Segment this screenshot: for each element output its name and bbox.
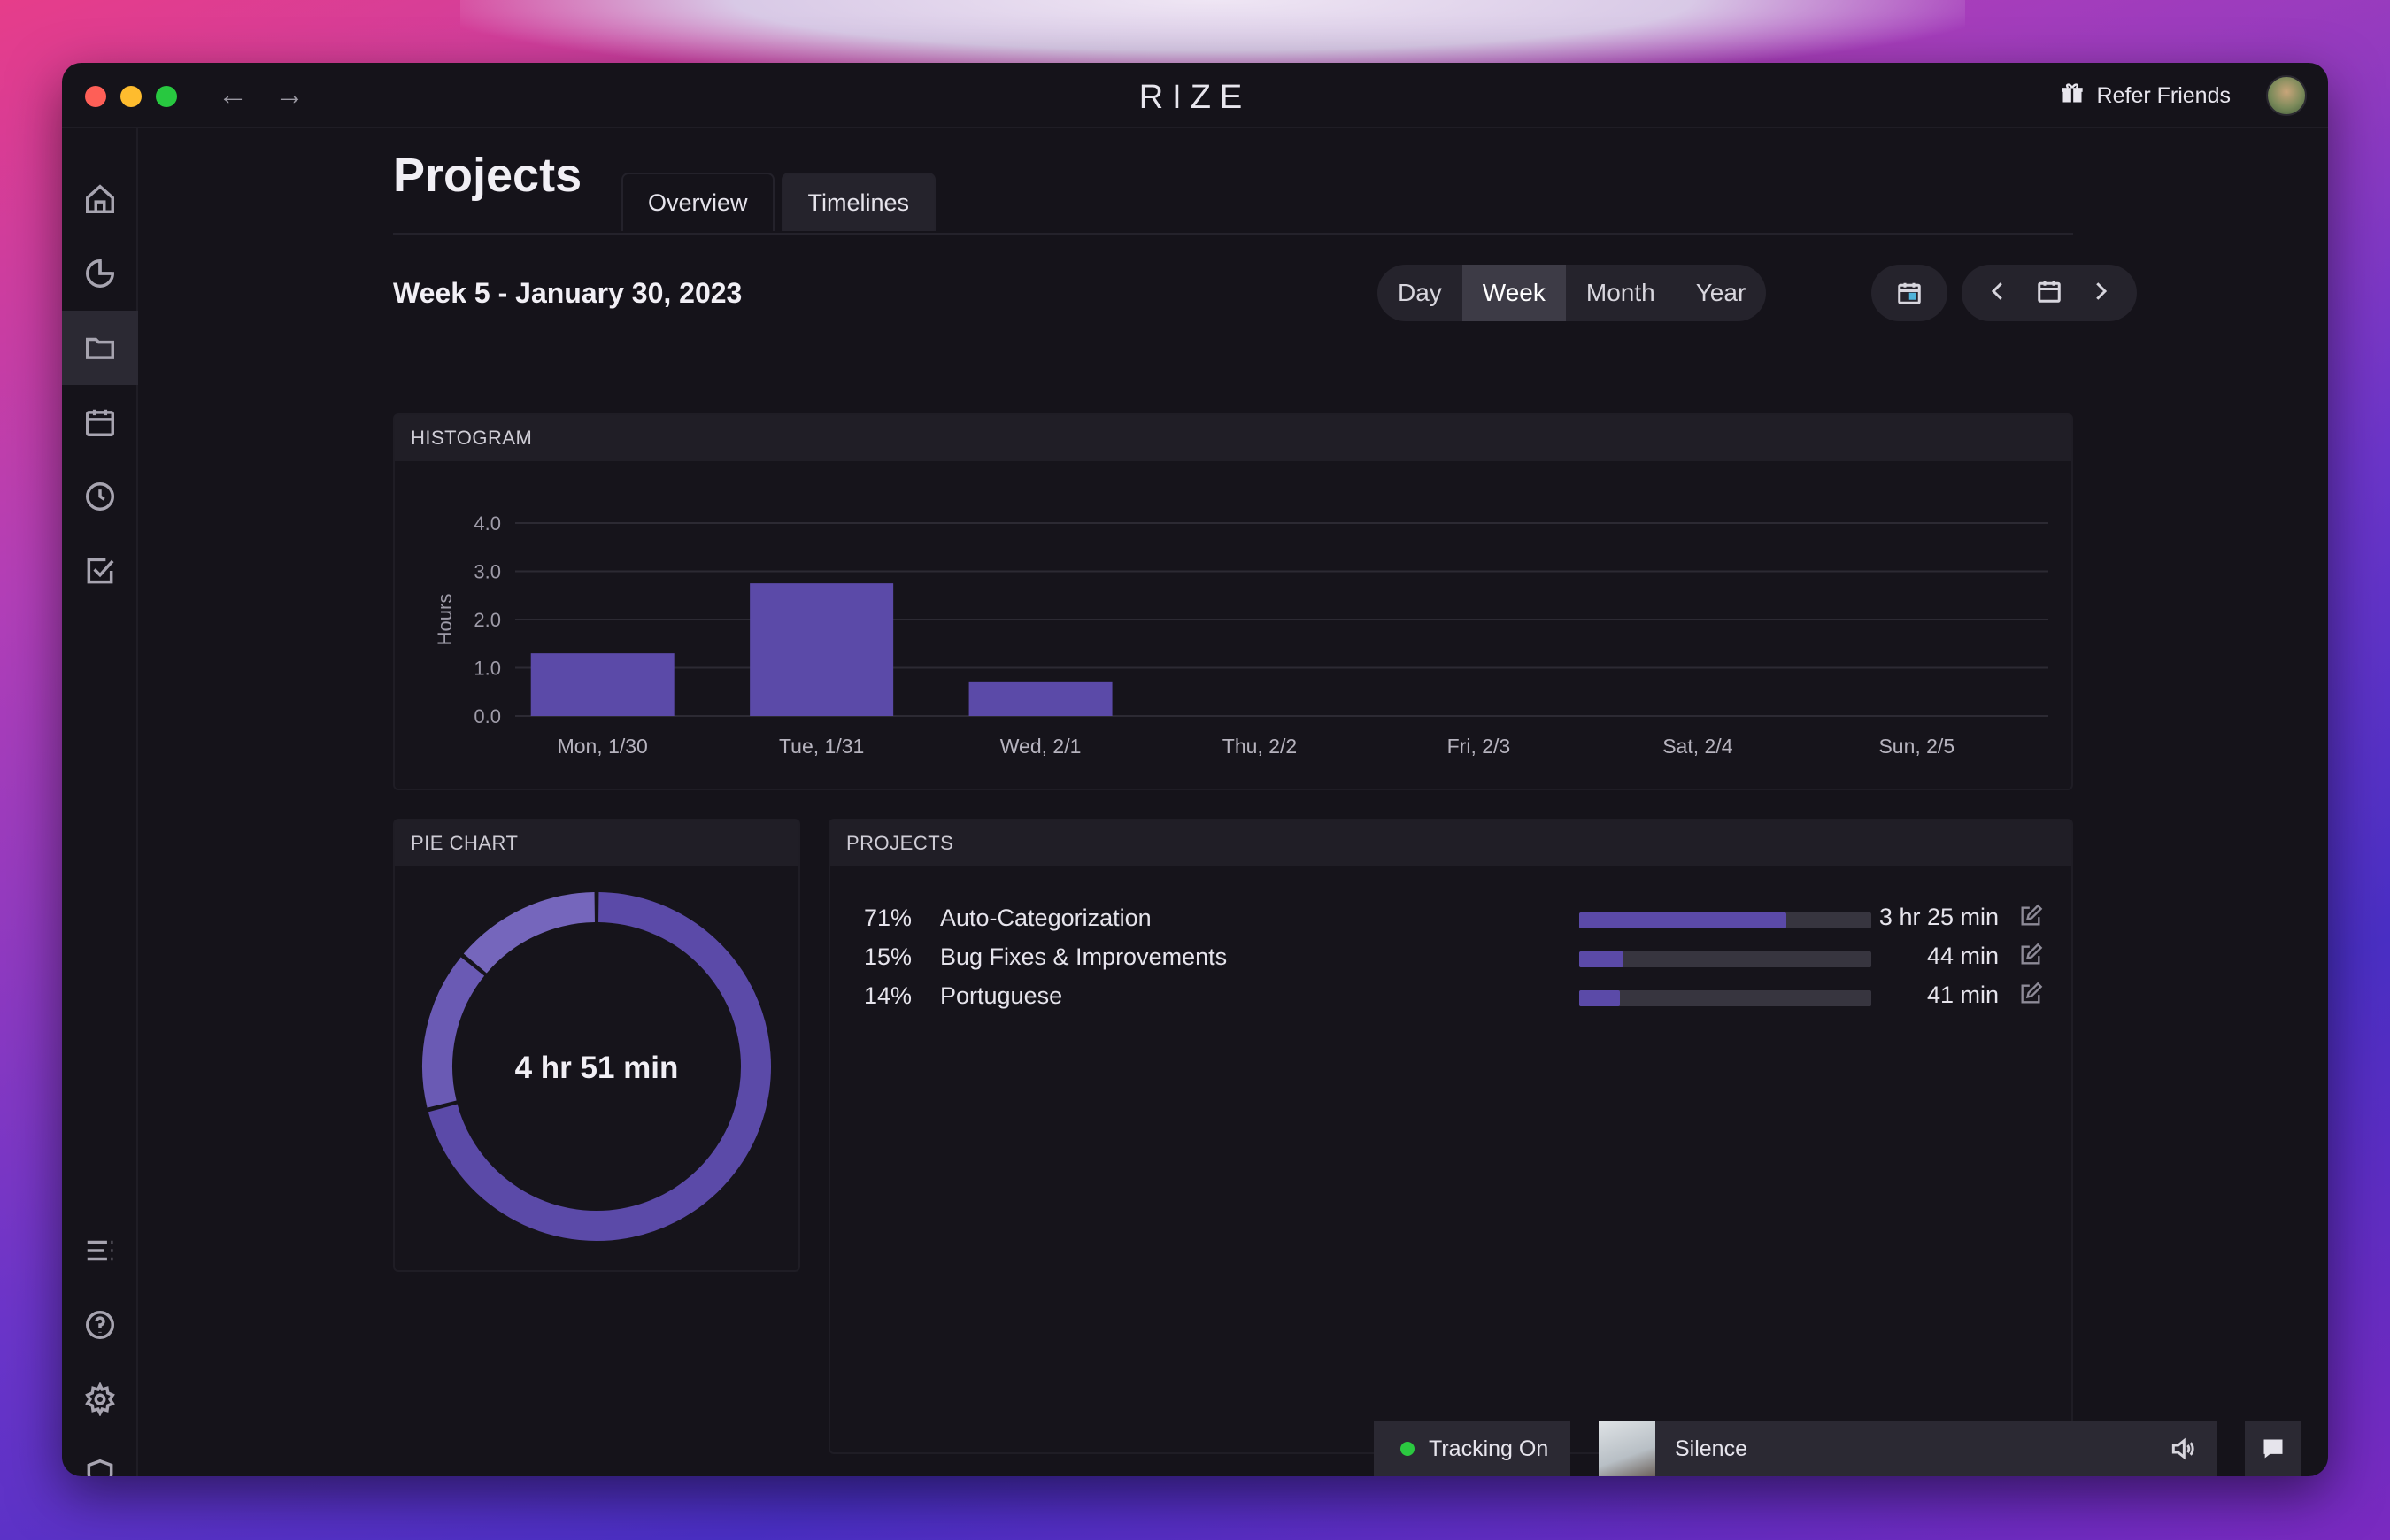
projects-header: PROJECTS (830, 820, 2071, 866)
refer-friends-label: Refer Friends (2096, 83, 2231, 108)
tracking-status-dot (1400, 1442, 1415, 1456)
project-row[interactable]: 71% Auto-Categorization 3 hr 25 min (864, 900, 2045, 936)
app-title: RIZE (1138, 79, 1252, 116)
histogram-panel: HISTOGRAM 0.0 1.0 2.0 3.0 4.0 Hours Mon, 1/30 T… (393, 413, 2073, 790)
music-player[interactable]: Silence (1599, 1421, 2217, 1476)
gear-icon[interactable] (62, 1362, 138, 1436)
histogram-header: HISTOGRAM (395, 415, 2071, 461)
project-percent: 71% (864, 904, 913, 931)
status-bar: Tracking On Silence (1374, 1421, 2301, 1476)
chevron-right-icon[interactable] (2087, 278, 2114, 309)
titlebar: ← → RIZE Refer Friends (62, 63, 2328, 128)
project-progress-bar (1579, 990, 1871, 1006)
home-icon[interactable] (62, 162, 138, 236)
clock-icon[interactable] (62, 459, 138, 534)
tab-overview[interactable]: Overview (621, 173, 775, 231)
histogram-bar[interactable] (968, 681, 1113, 716)
project-duration: 41 min (1926, 982, 1999, 1008)
project-duration: 3 hr 25 min (1878, 904, 1999, 930)
edit-icon[interactable] (2018, 943, 2045, 969)
y-tick-label: 1.0 (474, 658, 501, 680)
music-track-label: Silence (1675, 1436, 1747, 1461)
pie-chart-icon[interactable] (62, 236, 138, 311)
avatar[interactable] (2266, 75, 2307, 116)
page-title: Projects (393, 149, 582, 202)
x-tick-label: Fri, 2/3 (1447, 735, 1511, 758)
project-percent: 15% (864, 943, 913, 970)
date-navigator (1962, 265, 2137, 321)
y-tick-label: 2.0 (474, 609, 501, 631)
project-progress-fill (1579, 951, 1623, 967)
pie-total-time: 4 hr 51 min (514, 1051, 679, 1085)
donut-slice[interactable] (463, 892, 596, 974)
calendar-picker-icon[interactable] (2036, 278, 2062, 309)
range-day-button[interactable]: Day (1377, 265, 1462, 321)
help-icon[interactable] (62, 1288, 138, 1362)
histogram-chart: 0.0 1.0 2.0 3.0 4.0 Hours Mon, 1/30 Tue, 1/31 We… (434, 512, 2048, 758)
project-progress-fill (1579, 912, 1787, 928)
chevron-left-icon[interactable] (1985, 278, 2011, 309)
chat-icon (2263, 1439, 2283, 1459)
project-row[interactable]: 14% Portuguese 41 min (864, 978, 2045, 1013)
x-tick-label: Thu, 2/2 (1222, 735, 1297, 758)
project-percent: 14% (864, 982, 913, 1009)
y-tick-label: 4.0 (474, 512, 501, 535)
x-tick-label: Mon, 1/30 (558, 735, 648, 758)
y-tick-label: 0.0 (474, 705, 501, 728)
range-month-button[interactable]: Month (1566, 265, 1676, 321)
range-year-button[interactable]: Year (1676, 265, 1767, 321)
tab-timelines[interactable]: Timelines (781, 173, 937, 231)
range-selector: Day Week Month Year (1377, 265, 1767, 321)
histogram-bar[interactable] (750, 583, 894, 716)
pie-chart-panel: PIE CHART 4 hr 51 min (393, 819, 800, 1272)
range-week-button[interactable]: Week (1461, 265, 1566, 321)
project-row[interactable]: 15% Bug Fixes & Improvements 44 min (864, 939, 2045, 974)
tab-bar: Overview Timelines (621, 173, 937, 231)
project-name: Bug Fixes & Improvements (940, 943, 1228, 970)
volume-icon[interactable] (2169, 1435, 2197, 1463)
week-label: Week 5 - January 30, 2023 (393, 277, 743, 309)
project-progress-bar (1579, 912, 1871, 928)
x-tick-label: Sat, 2/4 (1662, 735, 1732, 758)
list-icon[interactable] (62, 1213, 138, 1288)
calendar-today-icon (1898, 282, 1921, 304)
calendar-icon[interactable] (62, 385, 138, 459)
edit-icon[interactable] (2018, 904, 2045, 930)
project-duration: 44 min (1926, 943, 1999, 969)
checkbox-icon[interactable] (62, 534, 138, 608)
x-tick-label: Wed, 2/1 (1000, 735, 1082, 758)
project-name: Portuguese (940, 982, 1063, 1009)
tab-divider (393, 233, 2073, 235)
edit-icon[interactable] (2018, 982, 2045, 1008)
project-progress-fill (1579, 990, 1621, 1006)
chat-button[interactable] (2245, 1421, 2301, 1476)
refer-friends-button[interactable]: Refer Friends (2060, 81, 2231, 112)
shield-icon[interactable] (62, 1436, 138, 1476)
y-tick-label: 3.0 (474, 561, 501, 583)
tracking-toggle[interactable]: Tracking On (1374, 1421, 1570, 1476)
x-tick-label: Tue, 1/31 (779, 735, 864, 758)
sidebar (62, 128, 138, 1476)
histogram-bar[interactable] (530, 653, 675, 716)
today-calendar-button[interactable] (1871, 265, 1947, 321)
gift-icon (2060, 81, 2085, 112)
y-axis-label: Hours (434, 594, 456, 646)
folder-icon[interactable] (62, 311, 138, 385)
pie-chart-header: PIE CHART (395, 820, 798, 866)
tracking-label: Tracking On (1429, 1436, 1549, 1461)
app-window: ← → RIZE Refer Friends Projects Overview… (62, 63, 2328, 1476)
projects-panel: PROJECTS 71% Auto-Categorization 3 hr 25 m… (829, 819, 2073, 1454)
x-tick-label: Sun, 2/5 (1878, 735, 1954, 758)
album-art (1599, 1421, 1655, 1476)
project-progress-bar (1579, 951, 1871, 967)
